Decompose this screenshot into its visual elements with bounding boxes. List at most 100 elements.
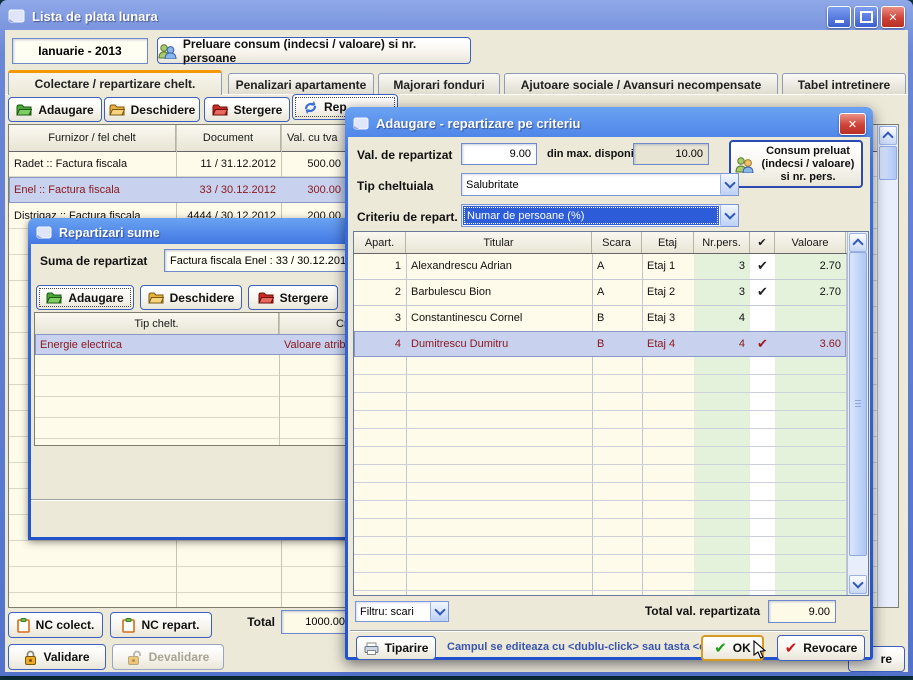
- cell-scara: B: [592, 331, 642, 357]
- tab-label: Ajutoare sociale / Avansuri necompensate: [521, 78, 762, 92]
- max-disponibil-field: 10.00: [633, 143, 709, 165]
- cell-furnizor: Enel :: Factura fiscala: [9, 177, 176, 203]
- apartamente-table-header: Apart. Titular Scara Etaj Nr.pers. ✔ Val…: [354, 232, 868, 254]
- total-repartizata-field: 9.00: [768, 600, 836, 623]
- nc-colect-label: NC colect.: [36, 618, 95, 632]
- repartizare-label: Rep: [324, 100, 347, 114]
- period-field[interactable]: Ianuarie - 2013: [12, 38, 148, 64]
- folder-delete-icon: [212, 103, 228, 116]
- cell-titular: Constantinescu Cornel: [406, 305, 592, 331]
- tab-majorari[interactable]: Majorari fonduri: [378, 73, 500, 95]
- thumb-grip: [855, 400, 861, 407]
- preluare-consum-button[interactable]: Preluare consum (indecsi / valoare) si n…: [157, 37, 471, 64]
- table-row[interactable]: Radet :: Factura fiscala 11 / 31.12.2012…: [9, 151, 381, 177]
- col-document: Document: [176, 125, 281, 151]
- chevron-down-icon: [852, 577, 863, 588]
- scrollbar-thumb[interactable]: [879, 146, 897, 180]
- col-tip-chelt: Tip chelt.: [35, 313, 279, 334]
- criteriu-repart-select[interactable]: Numar de persoane (%): [461, 204, 739, 227]
- tab-label: Majorari fonduri: [393, 78, 484, 92]
- folder-open-icon: [148, 291, 164, 304]
- rep-adaugare-button[interactable]: Adaugare: [36, 285, 134, 310]
- col-titular: Titular: [406, 232, 592, 253]
- cell-nrpers: 4: [694, 305, 750, 331]
- tab-label: Colectare / repartizare chelt.: [35, 77, 196, 91]
- apartament-row[interactable]: 3 Constantinescu Cornel B Etaj 3 4: [354, 305, 846, 332]
- cell-valoare: 3.60: [775, 331, 846, 357]
- deschidere-button[interactable]: Deschidere: [104, 97, 200, 122]
- dialog-divider: [350, 630, 868, 632]
- col-apart: Apart.: [354, 232, 406, 253]
- cell-checkbox[interactable]: ✔: [750, 253, 775, 279]
- nc-repart-button[interactable]: NC repart.: [110, 612, 212, 638]
- revocare-button[interactable]: ✔ Revocare: [777, 635, 865, 661]
- cell-titular: Dumitrescu Dumitru: [406, 331, 592, 357]
- cell-document: 33 / 30.12.2012: [176, 177, 281, 203]
- column-separator: [279, 313, 280, 445]
- cell-checkbox[interactable]: ✔: [750, 279, 775, 305]
- devalidare-button[interactable]: Devalidare: [112, 644, 224, 670]
- tab-colectare-repartizare[interactable]: Colectare / repartizare chelt.: [8, 70, 222, 95]
- tab-penalizari[interactable]: Penalizari apartamente: [228, 73, 374, 95]
- val-repartizat-input[interactable]: 9.00: [461, 143, 537, 165]
- chevron-down-icon: [434, 604, 445, 615]
- apartamente-table: Apart. Titular Scara Etaj Nr.pers. ✔ Val…: [353, 231, 869, 596]
- mouse-cursor: [753, 640, 770, 659]
- col-furnizor: Furnizor / fel chelt: [9, 125, 176, 151]
- main-table-scrollbar[interactable]: [877, 125, 898, 607]
- col-etaj: Etaj: [642, 232, 694, 253]
- consum-preluat-button[interactable]: Consum preluat (indecsi / valoare) si nr…: [729, 140, 863, 188]
- tip-cheltuiala-select[interactable]: Salubritate: [461, 173, 739, 196]
- cell-apart: 4: [354, 331, 406, 357]
- scrollbar-thumb[interactable]: [849, 252, 867, 556]
- dropdown-button[interactable]: [720, 205, 738, 226]
- tab-label: Penalizari apartamente: [236, 78, 367, 92]
- tab-tabel-intretinere[interactable]: Tabel intretinere: [782, 73, 906, 95]
- adaugare-button[interactable]: Adaugare: [8, 97, 102, 122]
- stergere-button[interactable]: Stergere: [204, 97, 290, 122]
- printer-icon: [364, 642, 379, 655]
- folder-open-icon: [109, 103, 125, 116]
- cell-tip-chelt: Energie electrica: [35, 334, 279, 355]
- cell-scara: B: [592, 305, 642, 331]
- cell-titular: Barbulescu Bion: [406, 279, 592, 305]
- rep-stergere-button[interactable]: Stergere: [248, 285, 338, 310]
- folder-delete-icon: [258, 291, 274, 304]
- cell-titular: Alexandrescu Adrian: [406, 253, 592, 279]
- scroll-up-arrow[interactable]: [879, 126, 897, 145]
- cell-checkbox[interactable]: ✔: [750, 331, 775, 357]
- dropdown-button[interactable]: [430, 602, 448, 621]
- val-repartizat-label: Val. de repartizat: [357, 148, 452, 162]
- cell-valoare: 2.70: [775, 253, 846, 279]
- rep-stergere-label: Stergere: [280, 291, 329, 305]
- tip-cheltuiala-label: Tip cheltuiala: [357, 179, 433, 193]
- table-row-selected[interactable]: Enel :: Factura fiscala 33 / 30.12.2012 …: [9, 177, 381, 203]
- validare-button[interactable]: Validare: [8, 644, 106, 670]
- apartament-row-selected[interactable]: 4 Dumitrescu Dumitru B Etaj 4 4 ✔ 3.60: [354, 331, 846, 357]
- apartamente-scrollbar[interactable]: [847, 232, 868, 595]
- filtru-scari-select[interactable]: Filtru: scari: [355, 601, 449, 622]
- tab-ajutoare[interactable]: Ajutoare sociale / Avansuri necompensate: [504, 73, 778, 95]
- nc-repart-label: NC repart.: [141, 618, 199, 632]
- nc-colect-button[interactable]: NC colect.: [8, 612, 103, 638]
- total-label: Total: [225, 615, 275, 629]
- check-red-icon: ✔: [785, 639, 798, 657]
- tiparire-button[interactable]: Tiparire: [356, 636, 436, 660]
- apartament-row[interactable]: 2 Barbulescu Bion A Etaj 2 3 ✔ 2.70: [354, 279, 846, 306]
- devalidare-label: Devalidare: [149, 650, 210, 664]
- partial-button-label: re: [881, 652, 892, 666]
- chevron-down-icon: [724, 208, 735, 219]
- rep-deschidere-label: Deschidere: [170, 291, 235, 305]
- dropdown-button[interactable]: [720, 174, 738, 195]
- validare-label: Validare: [43, 650, 89, 664]
- chevron-up-icon: [852, 238, 863, 249]
- cell-checkbox[interactable]: [750, 305, 775, 331]
- apartament-row[interactable]: 1 Alexandrescu Adrian A Etaj 1 3 ✔ 2.70: [354, 253, 846, 280]
- filtru-value: Filtru: scari: [356, 602, 430, 621]
- col-check: ✔: [750, 232, 775, 253]
- scroll-down-arrow[interactable]: [849, 575, 867, 594]
- rep-deschidere-button[interactable]: Deschidere: [140, 285, 242, 310]
- col-nrpers: Nr.pers.: [694, 232, 750, 253]
- cell-nrpers: 3: [694, 279, 750, 305]
- scroll-up-arrow[interactable]: [849, 233, 867, 252]
